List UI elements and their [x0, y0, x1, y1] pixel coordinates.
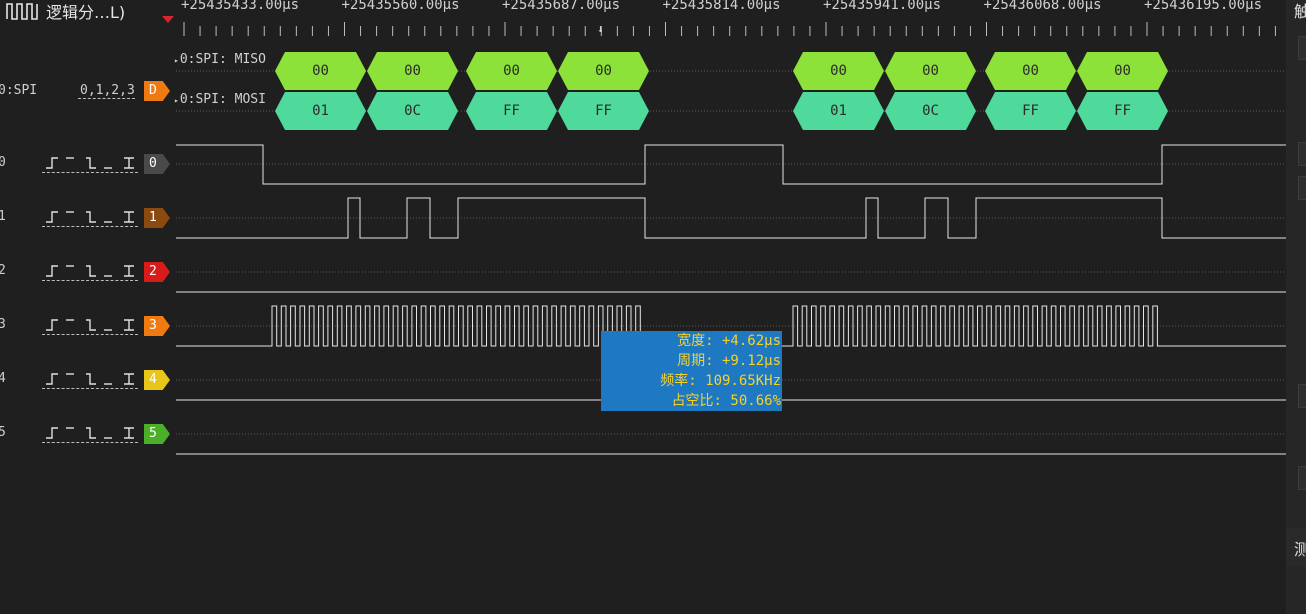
expand-arrow-icon: ▸ [174, 56, 179, 65]
trigger-selector[interactable] [42, 208, 142, 230]
spi-mosi-byte[interactable]: FF [466, 92, 557, 130]
spi-miso-byte[interactable]: 00 [985, 52, 1076, 90]
trigger-selector[interactable] [42, 316, 142, 338]
spi-group-channels: 0,1,2,3 [78, 83, 135, 99]
channel-number: 3 [0, 317, 6, 332]
spi-mosi-byte[interactable]: FF [558, 92, 649, 130]
trigger-edge-icon [46, 211, 134, 223]
measurement-tooltip: 宽度: +4.62μs 周期: +9.12μs 频率: 109.65KHz 占空… [601, 331, 782, 411]
channel-number: 4 [0, 371, 6, 386]
trigger-selector[interactable] [42, 154, 142, 176]
trigger-edge-icon [46, 319, 134, 331]
spi-mosi-byte[interactable]: FF [1077, 92, 1168, 130]
trigger-edge-icon [46, 157, 134, 169]
spi-miso-byte[interactable]: 00 [466, 52, 557, 90]
right-panel-button[interactable] [1298, 384, 1306, 408]
right-panel [1286, 0, 1306, 614]
spi-miso-label: ▸0:SPI: MISO [174, 52, 266, 67]
trigger-selector[interactable] [42, 262, 142, 284]
channel-number: 1 [0, 209, 6, 224]
right-panel-title-top: 触 [1294, 2, 1306, 21]
spi-miso-byte[interactable]: 00 [558, 52, 649, 90]
channel-number: 2 [0, 263, 6, 278]
trigger-selector[interactable] [42, 424, 142, 446]
right-panel-button[interactable] [1298, 176, 1306, 200]
spi-mosi-byte[interactable]: 01 [275, 92, 366, 130]
right-panel-button[interactable] [1298, 142, 1306, 166]
trigger-selector[interactable] [42, 370, 142, 392]
trigger-edge-icon [46, 373, 134, 385]
tooltip-frequency: 频率: 109.65KHz [660, 373, 781, 389]
right-panel-button[interactable] [1298, 466, 1306, 490]
spi-mosi-byte[interactable]: 0C [885, 92, 976, 130]
spi-miso-byte[interactable]: 00 [885, 52, 976, 90]
spi-mosi-byte[interactable]: 01 [793, 92, 884, 130]
spi-miso-byte[interactable]: 00 [367, 52, 458, 90]
spi-mosi-byte[interactable]: FF [985, 92, 1076, 130]
spi-miso-byte[interactable]: 00 [275, 52, 366, 90]
tooltip-width: 宽度: +4.62μs [677, 333, 781, 349]
expand-arrow-icon: ▸ [174, 96, 179, 105]
right-panel-button[interactable] [1298, 36, 1306, 60]
spi-miso-byte[interactable]: 00 [1077, 52, 1168, 90]
tooltip-period: 周期: +9.12μs [677, 353, 781, 369]
trigger-edge-icon [46, 427, 134, 439]
tooltip-duty-cycle: 占空比: 50.66% [671, 393, 781, 409]
spi-miso-byte[interactable]: 00 [793, 52, 884, 90]
spi-mosi-byte[interactable]: 0C [367, 92, 458, 130]
trigger-edge-icon [46, 265, 134, 277]
right-panel-title-bottom: 测 [1294, 540, 1306, 559]
spi-mosi-label: ▸0:SPI: MOSI [174, 92, 266, 107]
spi-group-name: 0:SPI [0, 83, 38, 98]
channel-number: 5 [0, 425, 6, 440]
channel-number: 0 [0, 155, 6, 170]
